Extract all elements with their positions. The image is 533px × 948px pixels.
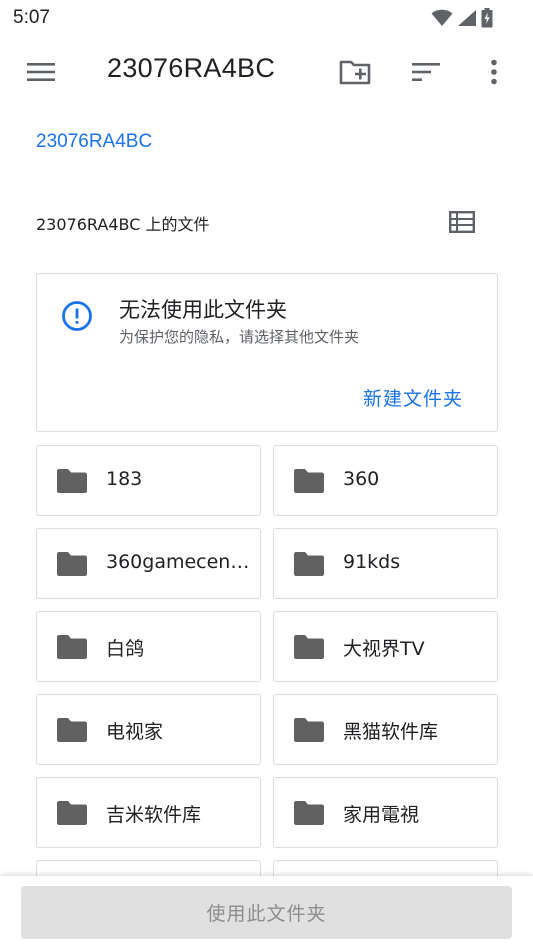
cellular-signal-icon xyxy=(458,10,476,26)
sort-button[interactable] xyxy=(404,50,448,94)
folder-name: 吉米软件库 xyxy=(106,804,202,826)
files-header-label: 23076RA4BC 上的文件 xyxy=(36,215,210,234)
folder-icon xyxy=(57,801,87,825)
menu-button[interactable] xyxy=(19,50,63,94)
folder-item[interactable]: 360 xyxy=(273,445,498,516)
folder-icon xyxy=(294,635,324,659)
cannot-use-folder-card: 无法使用此文件夹 为保护您的隐私，请选择其他文件夹 新建文件夹 xyxy=(36,273,498,432)
folder-icon xyxy=(57,552,87,576)
folder-item[interactable]: 家用電視 xyxy=(273,777,498,848)
folder-name: 黑猫软件库 xyxy=(343,721,439,743)
app-bar: 23076RA4BC xyxy=(0,36,533,108)
folder-icon xyxy=(57,635,87,659)
status-time: 5:07 xyxy=(13,7,50,28)
use-this-folder-button[interactable]: 使用此文件夹 xyxy=(21,886,512,939)
folder-item[interactable]: 黑猫软件库 xyxy=(273,694,498,765)
create-folder-button[interactable]: 新建文件夹 xyxy=(363,384,463,411)
folder-name: 家用電視 xyxy=(343,804,420,826)
folder-icon xyxy=(57,718,87,742)
more-vert-icon xyxy=(491,59,497,85)
wifi-icon xyxy=(431,9,453,27)
sort-icon xyxy=(412,63,440,81)
warning-subtitle: 为保护您的隐私，请选择其他文件夹 xyxy=(119,328,360,346)
file-picker-screen: 5:07 23076RA4BC 23076RA4BC 23076RA4BC 上的… xyxy=(0,0,533,948)
app-title: 23076RA4BC xyxy=(107,53,276,83)
folder-name: 91kds xyxy=(343,551,401,573)
status-bar: 5:07 xyxy=(0,0,533,36)
folder-name: 183 xyxy=(106,468,143,490)
warning-title: 无法使用此文件夹 xyxy=(119,298,287,322)
folder-icon xyxy=(294,718,324,742)
folder-name: 360 xyxy=(343,468,380,490)
folder-item[interactable]: 电视家 xyxy=(36,694,261,765)
folder-item[interactable]: 大视界TV xyxy=(273,611,498,682)
folder-item[interactable]: 183 xyxy=(36,445,261,516)
view-toggle-button[interactable] xyxy=(440,200,484,244)
folder-name: 电视家 xyxy=(106,721,164,743)
more-options-button[interactable] xyxy=(472,50,516,94)
bottom-bar: 使用此文件夹 xyxy=(0,876,533,948)
breadcrumb-root[interactable]: 23076RA4BC xyxy=(36,131,152,153)
folder-name: 360gamecenter xyxy=(106,551,252,573)
battery-charging-icon xyxy=(481,8,493,28)
new-folder-icon xyxy=(339,60,371,85)
folder-name: 白鸽 xyxy=(106,638,145,660)
folder-item[interactable]: 360gamecenter xyxy=(36,528,261,599)
folder-icon xyxy=(57,469,87,493)
folder-icon xyxy=(294,469,324,493)
menu-icon xyxy=(27,63,55,81)
list-view-icon xyxy=(449,211,475,233)
folder-icon xyxy=(294,801,324,825)
folder-item[interactable]: 白鸽 xyxy=(36,611,261,682)
info-icon xyxy=(62,301,92,331)
folder-icon xyxy=(294,552,324,576)
status-icons xyxy=(431,8,493,28)
new-folder-button[interactable] xyxy=(333,50,377,94)
folder-name: 大视界TV xyxy=(343,638,425,660)
folder-item[interactable]: 91kds xyxy=(273,528,498,599)
folder-item[interactable]: 吉米软件库 xyxy=(36,777,261,848)
